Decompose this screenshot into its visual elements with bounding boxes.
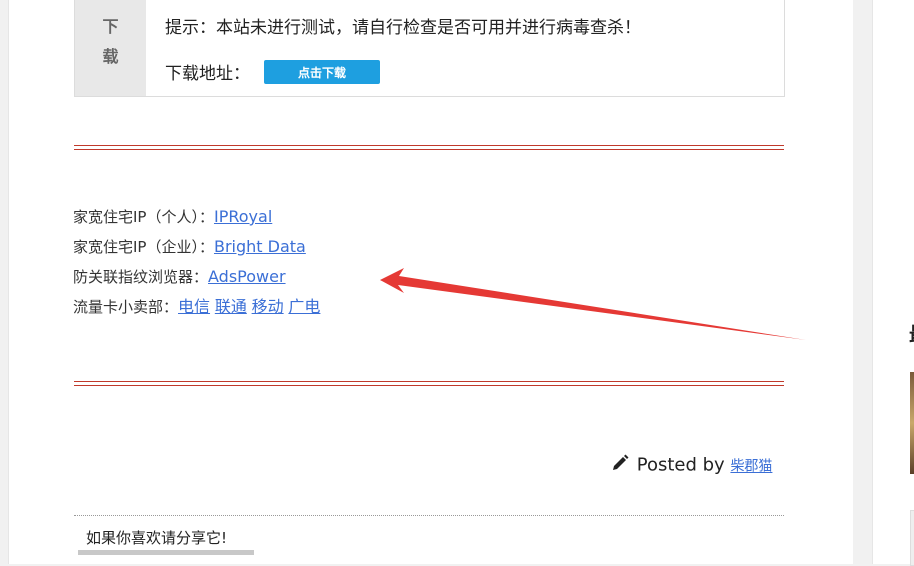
download-side-label: 下 载 xyxy=(75,0,146,96)
post-byline: Posted by 柴郡猫 xyxy=(611,454,772,477)
link-row-iproyal: 家宽住宅IP（个人）：IPRoyal xyxy=(73,205,320,235)
sidebar-thumbnail[interactable] xyxy=(910,372,914,474)
divider-top xyxy=(74,145,784,150)
link-label: 家宽住宅IP（个人）： xyxy=(73,208,214,226)
link-adspower[interactable]: AdsPower xyxy=(208,267,286,286)
author-link[interactable]: 柴郡猫 xyxy=(730,459,772,475)
link-mobile[interactable]: 移动 xyxy=(252,297,284,316)
gutter xyxy=(853,0,872,564)
link-telecom[interactable]: 电信 xyxy=(178,297,210,316)
sidebar-thumbnail-2[interactable] xyxy=(910,510,914,566)
link-unicom[interactable]: 联通 xyxy=(215,297,247,316)
pencil-icon xyxy=(611,454,631,477)
link-row-brightdata: 家宽住宅IP（企业）：Bright Data xyxy=(73,235,320,265)
sidebar-panel: 最 xyxy=(872,0,914,566)
sidebar-heading-fragment: 最 xyxy=(909,318,914,347)
resource-links: 家宽住宅IP（个人）：IPRoyal 家宽住宅IP（企业）：Bright Dat… xyxy=(73,205,320,325)
share-heading: 如果你喜欢请分享它! xyxy=(78,525,254,555)
download-address-label: 下载地址： xyxy=(165,64,250,84)
posted-prefix: Posted by xyxy=(636,454,725,476)
download-button[interactable]: 点击下载 xyxy=(264,60,380,84)
side-char-2: 载 xyxy=(102,47,119,66)
dotted-divider xyxy=(74,515,784,516)
divider-bottom xyxy=(74,381,784,386)
download-tip: 提示：本站未进行测试，请自行检查是否可用并进行病毒查杀！ xyxy=(165,18,641,38)
link-iproyal[interactable]: IPRoyal xyxy=(214,207,272,226)
link-label: 流量卡小卖部： xyxy=(73,298,179,316)
download-box: 下 载 提示：本站未进行测试，请自行检查是否可用并进行病毒查杀！ 下载地址： 点… xyxy=(74,0,785,97)
link-row-adspower: 防关联指纹浏览器：AdsPower xyxy=(73,265,320,295)
link-row-sim: 流量卡小卖部：电信 联通 移动 广电 xyxy=(73,295,320,325)
link-label: 家宽住宅IP（企业）： xyxy=(73,238,214,256)
side-char-1: 下 xyxy=(102,17,119,36)
link-label: 防关联指纹浏览器： xyxy=(73,268,209,286)
link-broadnet[interactable]: 广电 xyxy=(288,297,320,316)
link-bright-data[interactable]: Bright Data xyxy=(214,237,306,256)
